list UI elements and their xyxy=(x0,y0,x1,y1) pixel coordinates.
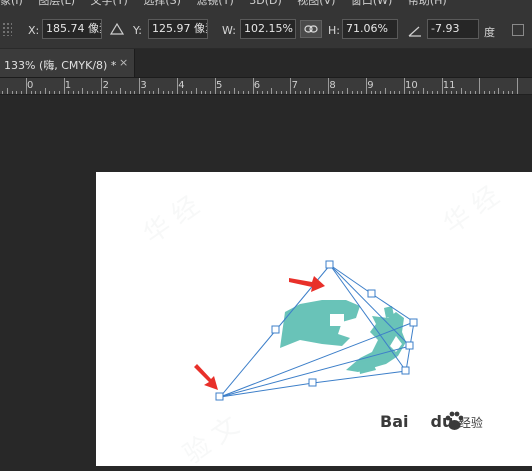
baidu-subtitle: 经验 xyxy=(458,416,483,430)
transform-handle[interactable] xyxy=(325,260,334,269)
transform-handle[interactable] xyxy=(401,366,410,375)
transform-overlay xyxy=(194,260,418,401)
baidu-brand: Bai xyxy=(380,412,409,431)
transform-handle[interactable] xyxy=(271,325,280,334)
red-arrow-icon xyxy=(289,276,325,292)
transform-handle[interactable] xyxy=(405,341,414,350)
transform-handle[interactable] xyxy=(409,318,418,327)
transform-handle[interactable] xyxy=(215,392,224,401)
baidu-brand-suffix: du xyxy=(430,412,454,431)
transformed-text-shape xyxy=(280,300,406,374)
red-arrow-icon xyxy=(194,364,218,390)
baidu-watermark: Bai du 经验 xyxy=(380,412,483,431)
transform-handle[interactable] xyxy=(308,378,317,387)
transform-handle[interactable] xyxy=(367,289,376,298)
